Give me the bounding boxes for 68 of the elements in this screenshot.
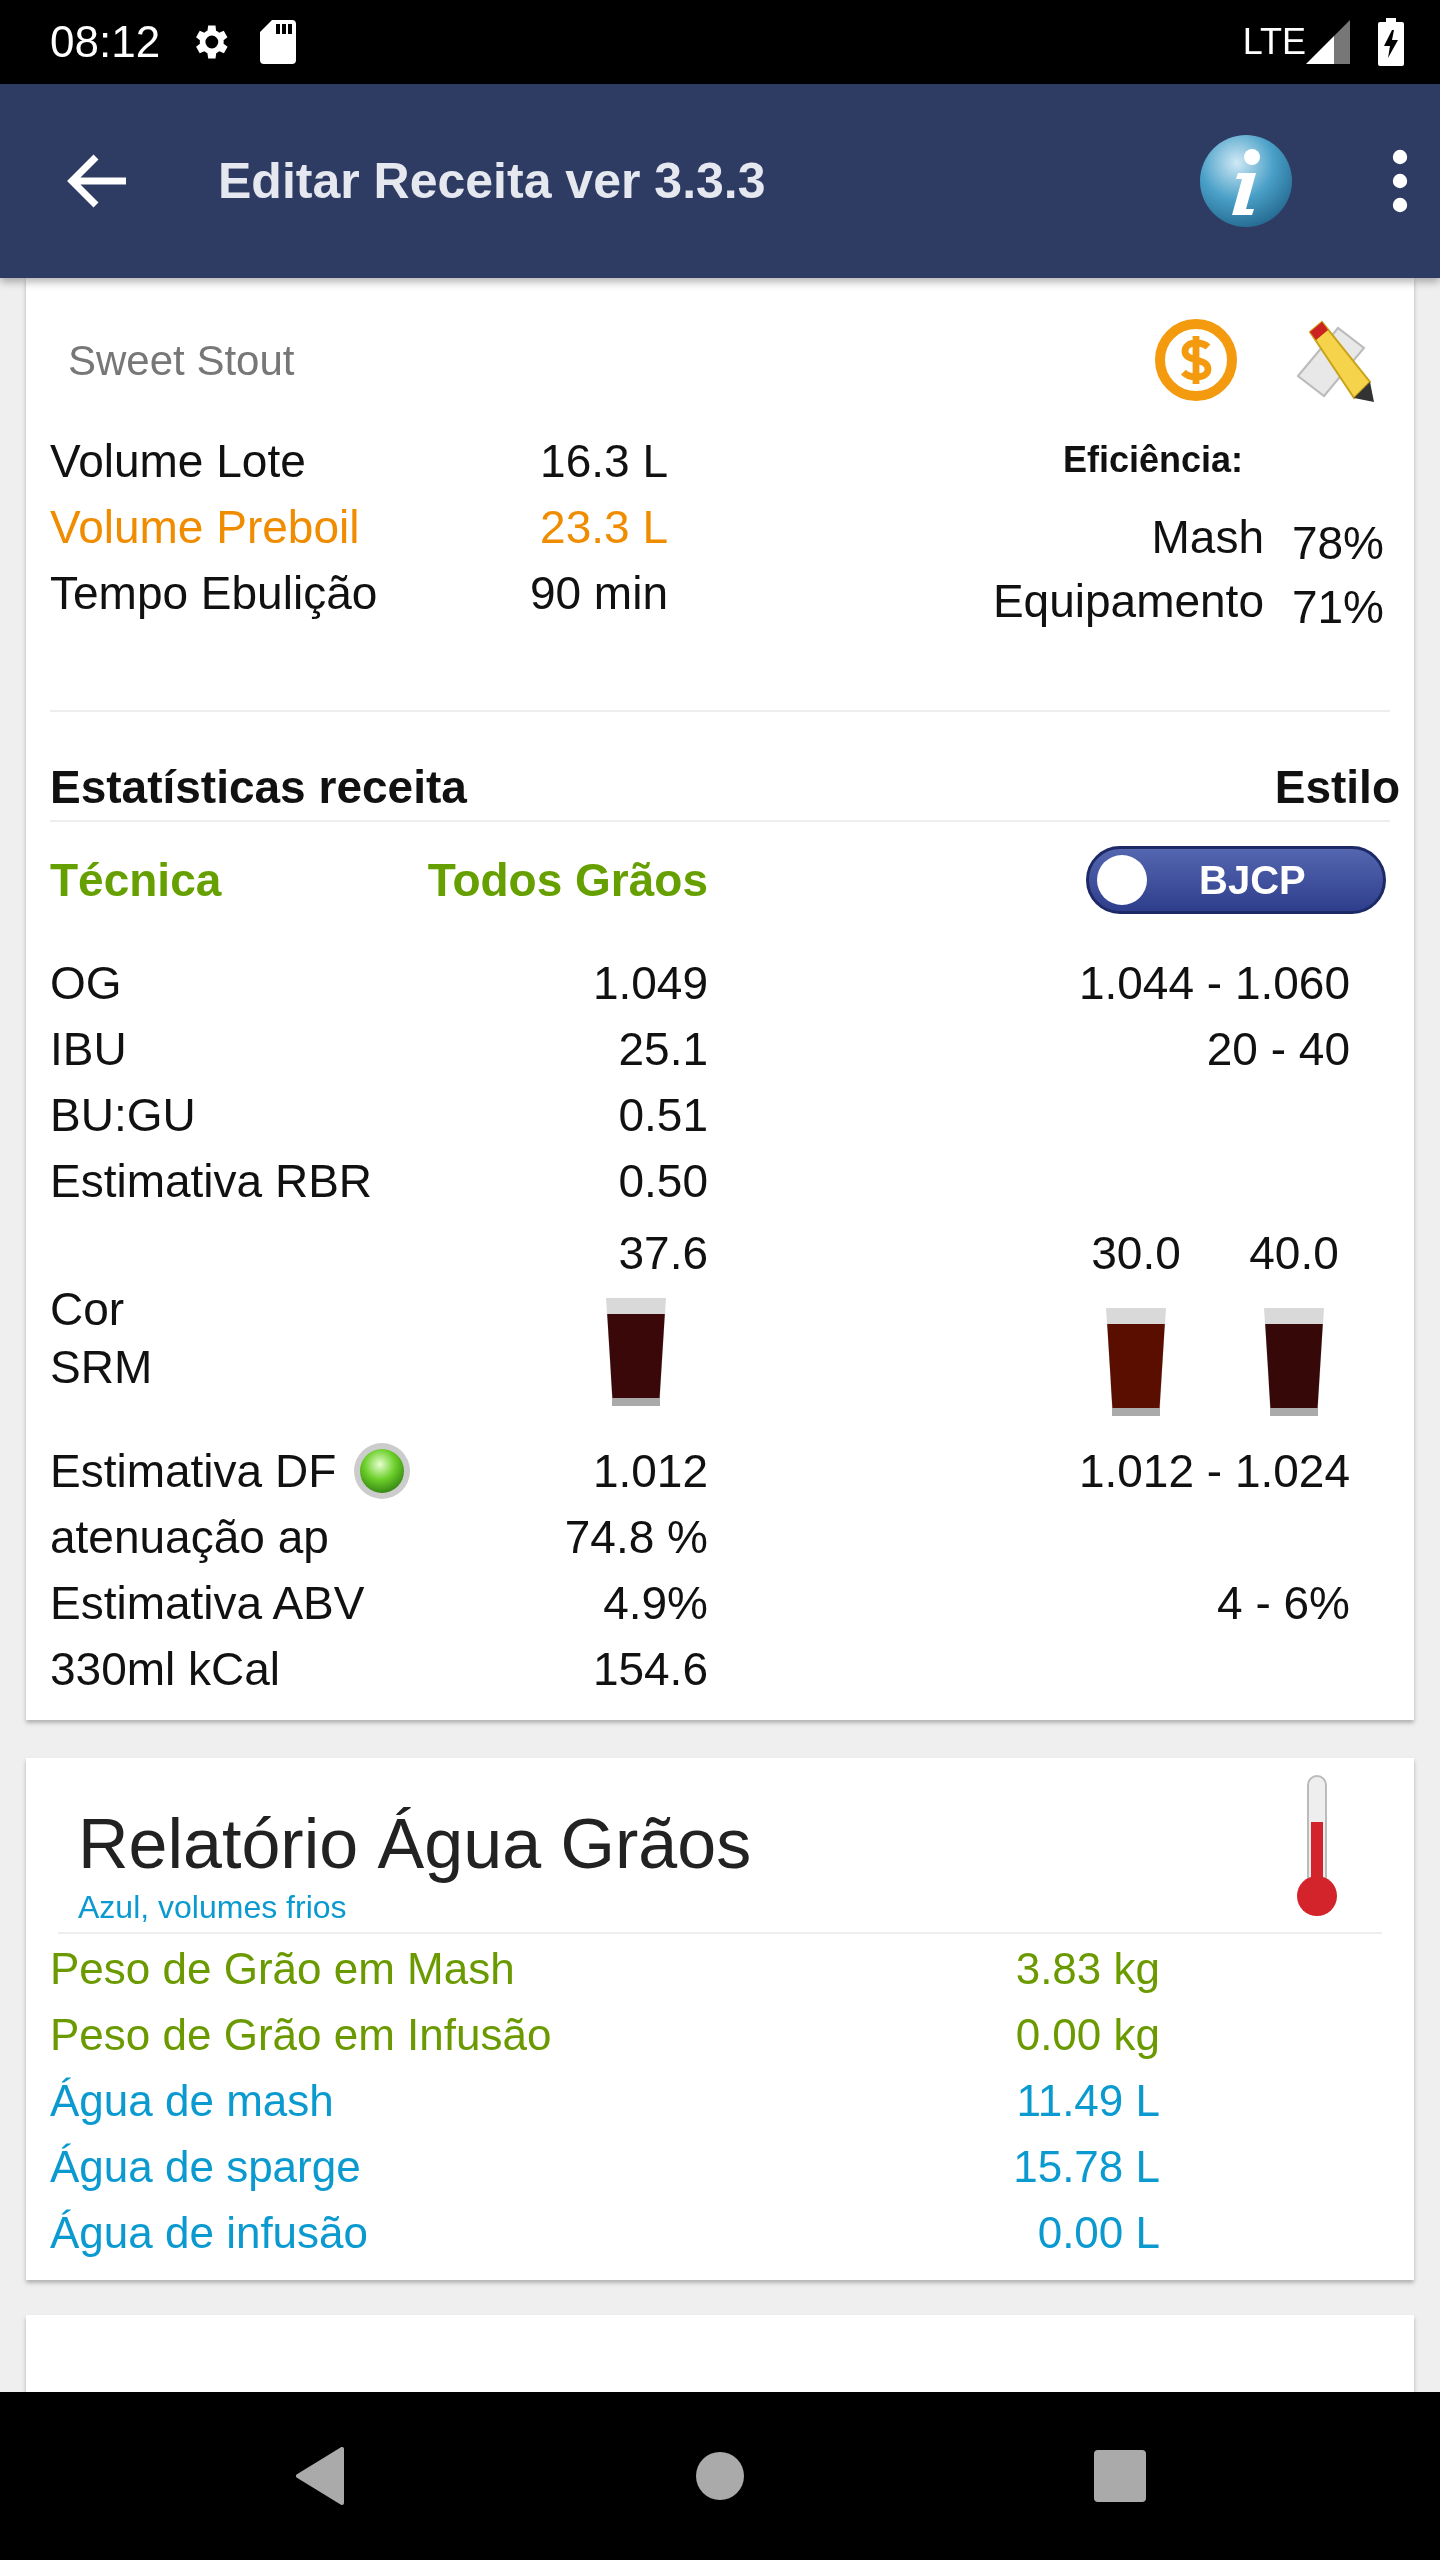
recents-square-icon — [1094, 2450, 1146, 2502]
report-value: 0.00 L — [1036, 2208, 1160, 2258]
stat-label: Estimativa ABV — [50, 1576, 365, 1631]
report-label: Peso de Grão em Infusão — [50, 2010, 552, 2060]
style-name: Sweet Stout — [68, 337, 296, 385]
bjcp-toggle[interactable]: BJCP — [1086, 846, 1386, 914]
volume-label: Volume Lote — [50, 434, 307, 488]
efficiency-label: Mash — [1150, 510, 1264, 564]
dollar-coin-icon — [1154, 317, 1238, 402]
more-menu-button[interactable] — [1390, 149, 1410, 213]
stat-value: 4.9% — [602, 1576, 708, 1631]
stat-label: 330ml kCal — [50, 1642, 281, 1697]
report-label: Água de mash — [50, 2076, 335, 2126]
style-range: 1.044 - 1.060 — [1077, 956, 1350, 1011]
column-heading: Estilo — [1274, 760, 1400, 814]
volume-value: 90 min — [528, 566, 668, 620]
volume-label: Volume Preboil — [50, 500, 361, 554]
volume-value: 16.3 L — [539, 434, 668, 488]
style-range: 1.012 - 1.024 — [1077, 1444, 1350, 1499]
stat-value: 74.8 % — [563, 1510, 708, 1565]
card-title: Relatório Água Grãos — [78, 1804, 753, 1885]
style-range: 20 - 40 — [1205, 1022, 1350, 1077]
stat-label: BU:GU — [50, 1088, 196, 1143]
stat-label: atenuação ap — [50, 1510, 329, 1565]
report-value: 11.49 L — [1015, 2076, 1160, 2126]
technique-value: Todos Grãos — [427, 853, 708, 907]
stat-value: 0.51 — [617, 1088, 708, 1143]
stat-label: OG — [50, 956, 122, 1011]
info-button[interactable] — [1198, 133, 1294, 229]
stat-label: Estimativa RBR — [50, 1154, 373, 1209]
back-triangle-icon — [294, 2447, 346, 2505]
stat-label: SRM — [50, 1340, 153, 1395]
efficiency-label: Equipamento — [992, 574, 1264, 628]
style-range: 4 - 6% — [1216, 1576, 1350, 1631]
efficiency-value: 78% — [1290, 516, 1384, 570]
battery-icon — [1378, 18, 1404, 66]
card-subtitle: Azul, volumes frios — [78, 1889, 348, 1926]
stat-value: 37.6 — [617, 1226, 708, 1280]
stat-value: 0.50 — [617, 1154, 708, 1209]
stat-value: 154.6 — [591, 1642, 708, 1697]
volume-value: 23.3 L — [539, 500, 668, 554]
section-heading: Estatísticas receita — [50, 760, 467, 814]
info-icon — [1198, 133, 1294, 229]
volume-label: Tempo Ebulição — [50, 566, 379, 620]
stat-label: IBU — [50, 1022, 127, 1077]
stat-label: Cor — [50, 1282, 125, 1337]
status-time: 08:12 — [50, 17, 161, 67]
stat-label: Estimativa DF — [50, 1444, 337, 1499]
report-label: Peso de Grão em Mash — [50, 1944, 516, 1994]
style-range: 30.0 — [1091, 1226, 1181, 1280]
network-type: LTE — [1242, 21, 1306, 63]
stat-value: 1.049 — [591, 956, 708, 1011]
report-value: 15.78 L — [1012, 2142, 1160, 2192]
report-label: Água de infusão — [50, 2208, 370, 2258]
screen-title: Editar Receita ver 3.3.3 — [218, 152, 767, 210]
stat-value: 25.1 — [617, 1022, 708, 1077]
report-label: Água de sparge — [50, 2142, 362, 2192]
overflow-menu-icon — [1390, 149, 1410, 213]
report-value: 0.00 kg — [1014, 2010, 1160, 2060]
home-circle-icon — [695, 2451, 745, 2501]
efficiency-value: 71% — [1290, 580, 1384, 634]
efficiency-heading: Eficiência: — [1062, 439, 1243, 481]
stat-value: 1.012 — [591, 1444, 708, 1499]
sd-card-icon — [260, 20, 297, 64]
report-value: 3.83 kg — [1014, 1944, 1160, 1994]
thermometer-icon — [1294, 1774, 1340, 1918]
style-range: 40.0 — [1249, 1226, 1339, 1280]
signal-icon — [1306, 20, 1350, 64]
